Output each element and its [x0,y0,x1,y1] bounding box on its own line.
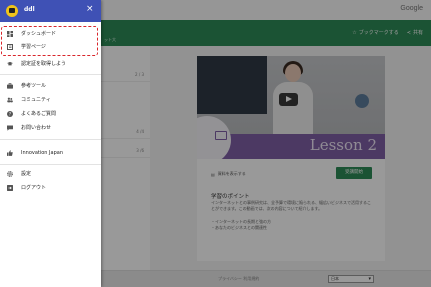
drawer-divider [0,164,101,165]
book-icon [7,43,13,50]
drawer-item-innovation[interactable]: Innovation Japan [0,146,101,159]
avatar [6,5,18,17]
drawer-item-dashboard[interactable]: ダッシュボード [0,27,101,40]
gear-icon [7,170,13,177]
help-circle-icon: ? [7,110,13,117]
drawer-header: ddl × [0,0,101,22]
dashboard-grid-icon [7,30,13,37]
drawer-item-tools[interactable]: 参考ツール [0,79,101,92]
chat-icon [7,125,13,131]
graduation-cap-icon [7,61,13,67]
drawer-divider [0,139,101,140]
drawer-item-logout[interactable]: ログアウト [0,181,101,194]
username: ddl [24,6,35,13]
drawer-item-certificate[interactable]: 認定証を取得しよう [0,57,101,70]
drawer-item-community[interactable]: コミュニティ [0,93,101,106]
close-icon[interactable]: × [86,4,94,14]
drawer-item-faq[interactable]: ? よくあるご質問 [0,107,101,120]
briefcase-icon [7,82,13,89]
drawer-item-learning[interactable]: 学習ページ [0,40,101,53]
people-icon [7,97,13,103]
drawer-item-settings[interactable]: 設定 [0,167,101,180]
thumbs-up-icon [7,149,13,156]
drawer-item-contact[interactable]: お問い合わせ [0,121,101,134]
drawer-divider [0,74,101,75]
navigation-drawer: ddl × ダッシュボード 学習ページ 認定証を取得しよう 参考ツール コミュニ… [0,0,101,287]
logout-icon [7,184,13,191]
